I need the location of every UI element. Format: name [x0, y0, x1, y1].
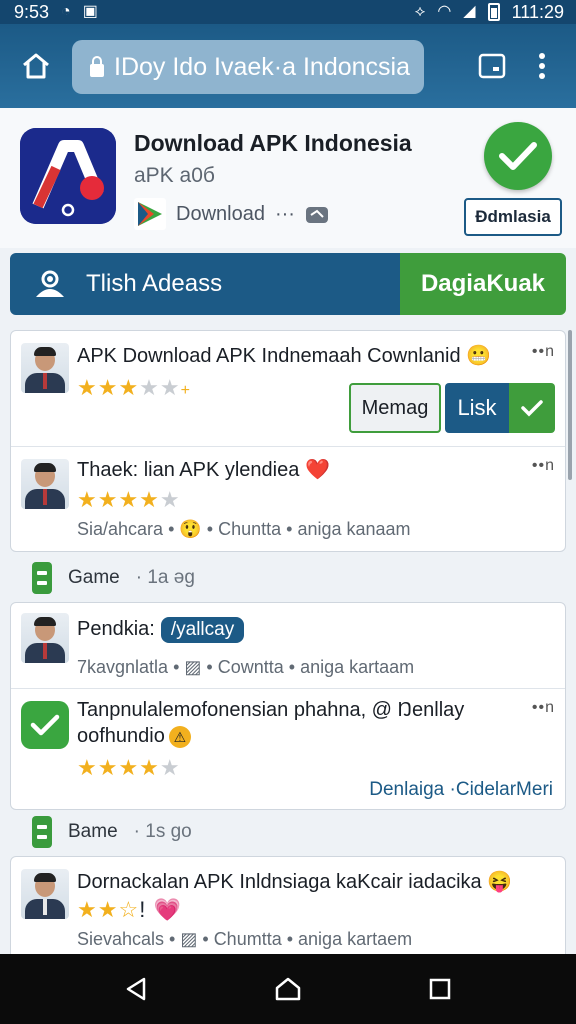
warning-emoji: ⚠ [168, 726, 191, 748]
app-header-card: Download APK Indonesia aPK a0б Download … [0, 108, 576, 248]
satellite-icon: ▨ [184, 657, 202, 677]
download-action-button[interactable]: DagiaKuak [400, 253, 566, 315]
item-meta: 7kavgnlatla • ▨ • Cowntta • aniga kartaa… [77, 657, 415, 677]
list-item[interactable]: Pendkia:/yallcay 7kavgnlatla • ▨ • Cownt… [11, 603, 565, 689]
section-icon [32, 816, 52, 848]
grimace-emoji: 😬 [466, 345, 492, 367]
check-tile-icon [21, 701, 69, 749]
item-meta: Sia/ahcara • 😲 • Chuntta • aniga kanaam [77, 519, 411, 539]
tab-switcher-icon [478, 53, 506, 79]
satellite-icon [305, 207, 328, 223]
more-options-icon[interactable]: ••n [532, 699, 555, 717]
rating-stars: ★★★★★ [77, 487, 181, 512]
user-group-icon [36, 270, 64, 297]
primary-button[interactable]: Lisk [445, 383, 555, 433]
rating-stars: ★★☆! 💗 [77, 897, 182, 922]
check-icon [499, 142, 537, 170]
list-item[interactable]: APK Download APK Indnemaah Cownlanid 😬 •… [11, 331, 565, 447]
image-notification-icon: ▣ [82, 3, 98, 20]
more-vert-icon [539, 53, 545, 79]
meta-more: ··· [274, 202, 295, 225]
avatar [21, 343, 69, 393]
address-text: IDoy Ido Ivaek·a Indoncsia [114, 52, 410, 81]
apk-logo-icon [20, 128, 116, 224]
back-icon [126, 977, 146, 1001]
item-title: Tanpnulalemofonensian phahna, @ Ŋenllay [77, 699, 465, 721]
more-options-icon[interactable]: ••n [532, 343, 555, 361]
check-icon [509, 383, 555, 433]
comment-card-1: APK Download APK Indnemaah Cownlanid 😬 •… [10, 330, 566, 552]
section-header-game: Game · 1a ǝg [32, 562, 195, 594]
battery-icon [487, 3, 500, 21]
home-icon [275, 977, 301, 1001]
satellite-icon: ▨ [180, 929, 198, 949]
item-title-line2: oofhundio ⚠ [77, 725, 191, 748]
rating-stars: ★★★★★ [77, 755, 181, 780]
home-icon [23, 53, 49, 79]
scrollbar[interactable] [568, 330, 572, 480]
app-logo[interactable] [20, 128, 116, 224]
vibrate-icon: ⟡ [414, 3, 426, 20]
back-button[interactable] [106, 959, 166, 1019]
system-nav-bar [0, 954, 576, 1024]
tabs-button[interactable] [464, 38, 520, 94]
download-label: Download [176, 202, 265, 225]
section-header-bame: Bame · 1s go [32, 816, 192, 848]
app-title: Download APK Indonesia [134, 130, 412, 156]
item-links[interactable]: Denlaiga ·CidelarMeri [369, 779, 553, 801]
tag-pill[interactable]: /yallcay [160, 617, 245, 643]
rating-stars: ★★★★★+ [77, 375, 191, 400]
primary-button-label: Lisk [445, 383, 509, 433]
avatar [21, 869, 69, 919]
section-time: · 1s go [133, 821, 192, 842]
install-button[interactable]: Đdmlasia [464, 198, 562, 236]
address-bar[interactable]: IDoy Ido Ivaek·a Indoncsia [72, 40, 424, 94]
account-action-button[interactable]: Tlish Adeass [10, 253, 400, 315]
action-left-label: Tlish Adeass [86, 270, 223, 297]
item-title: APK Download APK Indnemaah Cownlanid 😬 [77, 345, 492, 367]
lock-icon [90, 56, 104, 77]
more-options-icon[interactable]: ••n [532, 457, 555, 475]
section-time: · 1a ǝg [135, 567, 195, 588]
item-title: Dornackalan APK Inldnsiaga kaKcair iadac… [77, 871, 513, 893]
heart-emoji: 💗 [153, 897, 182, 922]
recents-icon [429, 978, 451, 1000]
status-time: 9:53 [14, 1, 50, 22]
signal-icon: ◢ [463, 3, 476, 20]
heart-emoji: ❤️ [304, 459, 330, 481]
section-icon [32, 562, 52, 594]
comment-card-2: Pendkia:/yallcay 7kavgnlatla • ▨ • Cownt… [10, 602, 566, 810]
section-label: Bame [68, 821, 118, 842]
home-nav-button[interactable] [258, 959, 318, 1019]
list-item[interactable]: Dornackalan APK Inldnsiaga kaKcair iadac… [11, 857, 565, 965]
app-subtitle: aPK a0б [134, 164, 215, 187]
item-meta: Sievahcals • ▨ • Chumtta • aniga kartaem [77, 929, 413, 949]
avatar [21, 459, 69, 509]
recents-button[interactable] [410, 959, 470, 1019]
wifi-icon: ◠ [437, 3, 452, 20]
list-item[interactable]: Thaek: lian APK ylendiea ❤️ ••n ★★★★★ Si… [11, 447, 565, 551]
app-meta-row: Download ··· [134, 198, 329, 230]
secondary-button[interactable]: Memag [349, 383, 441, 433]
avatar [21, 613, 69, 663]
verified-check-badge[interactable] [484, 122, 552, 190]
status-bar: 9:53 ◔ ▣ ⟡ ◠ ◢ 111:29 [0, 0, 576, 24]
home-button[interactable] [8, 38, 64, 94]
alarm-icon: ◔ [61, 3, 71, 20]
status-clock: 111:29 [511, 1, 564, 22]
section-label: Game [68, 567, 120, 588]
action-bar: Tlish Adeass DagiaKuak [10, 253, 566, 315]
comment-card-3: Dornackalan APK Inldnsiaga kaKcair iadac… [10, 856, 566, 966]
browser-app-bar: IDoy Ido Ivaek·a Indoncsia [0, 24, 576, 108]
item-title: Pendkia:/yallcay [77, 617, 245, 643]
overflow-menu-button[interactable] [522, 38, 562, 94]
item-title: Thaek: lian APK ylendiea ❤️ [77, 459, 330, 481]
play-store-icon [134, 198, 166, 230]
list-item[interactable]: Tanpnulalemofonensian phahna, @ Ŋenllay … [11, 689, 565, 809]
tongue-emoji: 😝 [487, 871, 513, 893]
